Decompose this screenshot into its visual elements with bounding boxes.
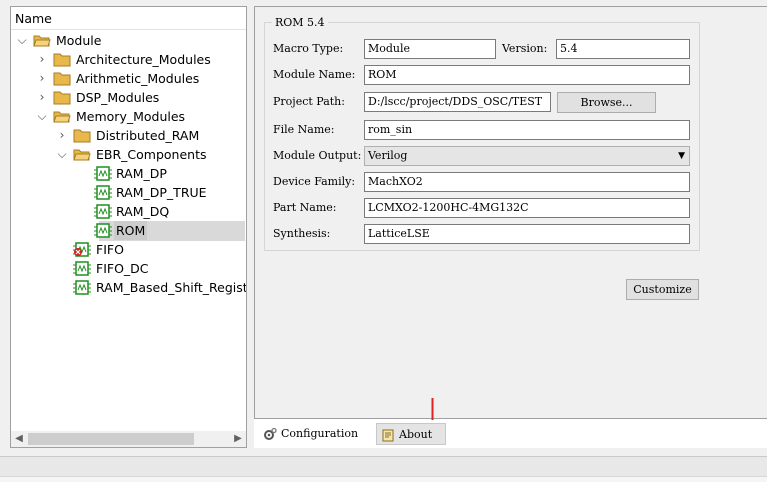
red-annotation-mark bbox=[431, 398, 434, 420]
folder-open-icon bbox=[73, 149, 91, 161]
tab-label: About bbox=[399, 428, 433, 441]
gear-icon bbox=[264, 427, 277, 440]
tree-node-label: ROM bbox=[114, 221, 148, 240]
tree-node-label: DSP_Modules bbox=[76, 90, 160, 105]
book-icon bbox=[382, 429, 394, 442]
expand-icon[interactable]: › bbox=[35, 69, 49, 88]
folder-icon bbox=[53, 72, 71, 86]
horizontal-scrollbar[interactable]: ◀ ▶ bbox=[11, 431, 246, 447]
tree-node-ram-dp-true[interactable]: RAM_DP_TRUE bbox=[11, 183, 246, 202]
collapse-icon[interactable]: ⌵ bbox=[55, 145, 69, 164]
status-bar bbox=[0, 456, 767, 476]
device-family-field[interactable]: MachXO2 bbox=[364, 172, 690, 192]
tree-node-ram-based-shift-register[interactable]: RAM_Based_Shift_Register bbox=[11, 278, 246, 297]
tree-node-label: Arithmetic_Modules bbox=[76, 71, 200, 86]
lower-status-strip bbox=[0, 476, 767, 482]
tree-node-dsp-modules[interactable]: › DSP_Modules bbox=[11, 88, 246, 107]
tree-node-module[interactable]: ⌵ Module bbox=[11, 31, 246, 50]
folder-open-icon bbox=[33, 35, 51, 47]
tree-node-label: RAM_Based_Shift_Register bbox=[96, 280, 246, 295]
expand-icon[interactable]: › bbox=[35, 50, 49, 69]
chip-icon bbox=[73, 261, 91, 276]
tree-node-label: Distributed_RAM bbox=[96, 128, 200, 143]
tree-column-header[interactable]: Name bbox=[11, 7, 246, 30]
scroll-left-icon[interactable]: ◀ bbox=[11, 431, 27, 447]
expand-collapse-icon[interactable]: ⌵ bbox=[15, 31, 29, 50]
project-path-label: Project Path: bbox=[273, 95, 345, 108]
folder-icon bbox=[53, 53, 71, 67]
folder-icon bbox=[53, 91, 71, 105]
module-tree-panel: Name ⌵ Module › Architecture_Modules › A… bbox=[10, 6, 247, 448]
tree-node-label: FIFO_DC bbox=[96, 261, 149, 276]
chip-icon bbox=[94, 223, 112, 238]
collapse-icon[interactable]: ⌵ bbox=[35, 107, 49, 126]
macro-type-label: Macro Type: bbox=[273, 42, 344, 55]
group-title: ROM 5.4 bbox=[272, 16, 328, 29]
tree-node-label: RAM_DP_TRUE bbox=[116, 185, 207, 200]
folder-open-icon bbox=[53, 111, 71, 123]
scrollbar-thumb[interactable] bbox=[28, 433, 194, 445]
module-output-value: Verilog bbox=[368, 149, 408, 162]
file-name-label: File Name: bbox=[273, 123, 335, 136]
chip-icon bbox=[73, 280, 91, 295]
tree-node-label: Module bbox=[56, 33, 102, 48]
module-output-select[interactable]: Verilog ▼ bbox=[364, 146, 690, 166]
tab-about[interactable]: About bbox=[376, 423, 446, 445]
version-field[interactable]: 5.4 bbox=[556, 39, 690, 59]
tree-node-arithmetic-modules[interactable]: › Arithmetic_Modules bbox=[11, 69, 246, 88]
chip-icon bbox=[94, 185, 112, 200]
module-output-label: Module Output: bbox=[273, 149, 362, 162]
macro-type-field[interactable]: Module bbox=[364, 39, 496, 59]
tree-node-ebr-components[interactable]: ⌵ EBR_Components bbox=[11, 145, 246, 164]
expand-icon[interactable]: › bbox=[35, 88, 49, 107]
tree-node-label: RAM_DP bbox=[116, 166, 167, 181]
dropdown-arrow-icon[interactable]: ▼ bbox=[678, 147, 685, 165]
version-label: Version: bbox=[502, 42, 548, 55]
expand-icon[interactable]: › bbox=[55, 126, 69, 145]
tree-node-memory-modules[interactable]: ⌵ Memory_Modules bbox=[11, 107, 246, 126]
module-name-field[interactable]: ROM bbox=[364, 65, 690, 85]
file-name-field[interactable]: rom_sin bbox=[364, 120, 690, 140]
customize-button[interactable]: Customize bbox=[626, 279, 699, 300]
folder-icon bbox=[73, 129, 91, 143]
part-name-field[interactable]: LCMXO2-1200HC-4MG132C bbox=[364, 198, 690, 218]
tree-node-distributed-ram[interactable]: › Distributed_RAM bbox=[11, 126, 246, 145]
tree-node-fifo[interactable]: FIFO bbox=[11, 240, 246, 259]
tree-node-label: Memory_Modules bbox=[76, 109, 186, 124]
tree-node-ram-dq[interactable]: RAM_DQ bbox=[11, 202, 246, 221]
chip-icon bbox=[94, 166, 112, 181]
tree-node-ram-dp[interactable]: RAM_DP bbox=[11, 164, 246, 183]
part-name-label: Part Name: bbox=[273, 201, 337, 214]
project-path-field[interactable]: D:/lscc/project/DDS_OSC/TEST bbox=[364, 92, 551, 112]
tab-label: Configuration bbox=[281, 427, 359, 440]
browse-button[interactable]: Browse... bbox=[557, 92, 656, 113]
tree-node-label: RAM_DQ bbox=[116, 204, 170, 219]
tree-node-label: FIFO bbox=[96, 242, 124, 257]
tab-configuration[interactable]: Configuration bbox=[259, 423, 371, 445]
tree-node-label: EBR_Components bbox=[96, 147, 207, 162]
tree-node-fifo-dc[interactable]: FIFO_DC bbox=[11, 259, 246, 278]
tree-node-rom[interactable]: ROM bbox=[11, 221, 246, 240]
synthesis-field[interactable]: LatticeLSE bbox=[364, 224, 690, 244]
synthesis-label: Synthesis: bbox=[273, 227, 331, 240]
device-family-label: Device Family: bbox=[273, 175, 356, 188]
chip-icon bbox=[94, 204, 112, 219]
tree-node-label: Architecture_Modules bbox=[76, 52, 211, 67]
scroll-right-icon[interactable]: ▶ bbox=[230, 431, 246, 447]
tree-node-architecture-modules[interactable]: › Architecture_Modules bbox=[11, 50, 246, 69]
module-name-label: Module Name: bbox=[273, 68, 356, 81]
chip-error-icon bbox=[73, 242, 91, 257]
